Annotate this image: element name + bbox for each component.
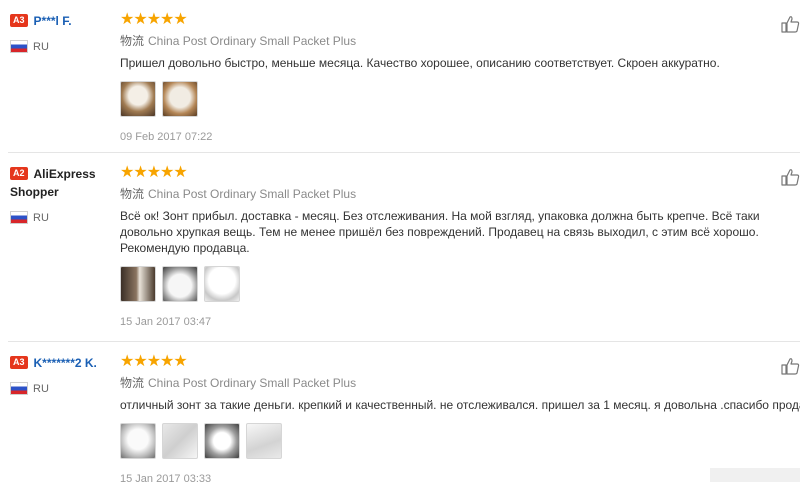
- buyer-country: RU: [10, 40, 114, 53]
- review-date: 15 Jan 2017 03:33: [120, 473, 212, 485]
- logistics-label: 物流: [120, 376, 145, 390]
- star-rating: ★★★★★: [120, 11, 188, 28]
- logistics-info: 物流 China Post Ordinary Small Packet Plus: [120, 186, 800, 202]
- review-item: A3 K*******2 K. RU ★★★★★ 物流 China Post Ord…: [0, 342, 800, 485]
- logistics-method: China Post Ordinary Small Packet Plus: [148, 187, 357, 201]
- review-photo-thumbnail[interactable]: [162, 81, 198, 117]
- review-content: ★★★★★ 物流 China Post Ordinary Small Packet…: [120, 11, 800, 143]
- review-photo-thumbnail[interactable]: [162, 266, 198, 302]
- buyer-info: A3 K*******2 K. RU: [10, 354, 114, 395]
- logistics-info: 物流 China Post Ordinary Small Packet Plus: [120, 33, 800, 49]
- review-content: ★★★★★ 物流 China Post Ordinary Small Packet…: [120, 164, 800, 328]
- review-photos: [120, 423, 800, 459]
- buyer-country: RU: [10, 382, 114, 395]
- buyer-country: RU: [10, 211, 114, 224]
- review-photo-thumbnail[interactable]: [120, 423, 156, 459]
- logistics-label: 物流: [120, 187, 145, 201]
- logistics-label: 物流: [120, 34, 145, 48]
- buyer-name[interactable]: P***l F.: [34, 14, 72, 28]
- country-code: RU: [33, 211, 49, 224]
- review-text: Пришел довольно быстро, меньше месяца. К…: [120, 56, 720, 70]
- review-text: отличный зонт за такие деньги. крепкий и…: [120, 398, 800, 412]
- review-content: ★★★★★ 物流 China Post Ordinary Small Packet…: [120, 353, 800, 485]
- russia-flag-icon: [10, 211, 28, 224]
- thumbs-up-icon[interactable]: [780, 14, 800, 34]
- review-photo-thumbnail[interactable]: [204, 423, 240, 459]
- review-photo-thumbnail[interactable]: [120, 81, 156, 117]
- review-photos: [120, 266, 800, 302]
- review-photo-thumbnail[interactable]: [204, 266, 240, 302]
- thumbs-up-icon[interactable]: [780, 167, 800, 187]
- star-rating: ★★★★★: [120, 164, 188, 181]
- review-photo-thumbnail[interactable]: [162, 423, 198, 459]
- logistics-method: China Post Ordinary Small Packet Plus: [148, 376, 357, 390]
- review-photos: [120, 81, 800, 117]
- country-code: RU: [33, 40, 49, 53]
- buyer-level-badge: A3: [10, 14, 28, 27]
- buyer-level-badge: A2: [10, 167, 28, 180]
- buyer-name[interactable]: K*******2 K.: [34, 356, 97, 370]
- review-photo-thumbnail[interactable]: [246, 423, 282, 459]
- buyer-level-badge: A3: [10, 356, 28, 369]
- russia-flag-icon: [10, 40, 28, 53]
- review-item: A3 P***l F. RU ★★★★★ 物流 China Post Ordinar…: [0, 0, 800, 152]
- russia-flag-icon: [10, 382, 28, 395]
- logistics-info: 物流 China Post Ordinary Small Packet Plus: [120, 375, 800, 391]
- bottom-right-strip: [710, 468, 800, 482]
- country-code: RU: [33, 382, 49, 395]
- review-text: Всё ок! Зонт прибыл. доставка - месяц. Б…: [120, 209, 760, 255]
- review-date: 15 Jan 2017 03:47: [120, 316, 212, 328]
- buyer-info: A3 P***l F. RU: [10, 12, 114, 53]
- buyer-info: A2 AliExpress Shopper RU: [10, 165, 114, 224]
- star-rating: ★★★★★: [120, 353, 188, 370]
- logistics-method: China Post Ordinary Small Packet Plus: [148, 34, 357, 48]
- thumbs-up-icon[interactable]: [780, 356, 800, 376]
- review-photo-thumbnail[interactable]: [120, 266, 156, 302]
- review-date: 09 Feb 2017 07:22: [120, 131, 213, 143]
- review-item: A2 AliExpress Shopper RU ★★★★★ 物流 China Po…: [0, 153, 800, 341]
